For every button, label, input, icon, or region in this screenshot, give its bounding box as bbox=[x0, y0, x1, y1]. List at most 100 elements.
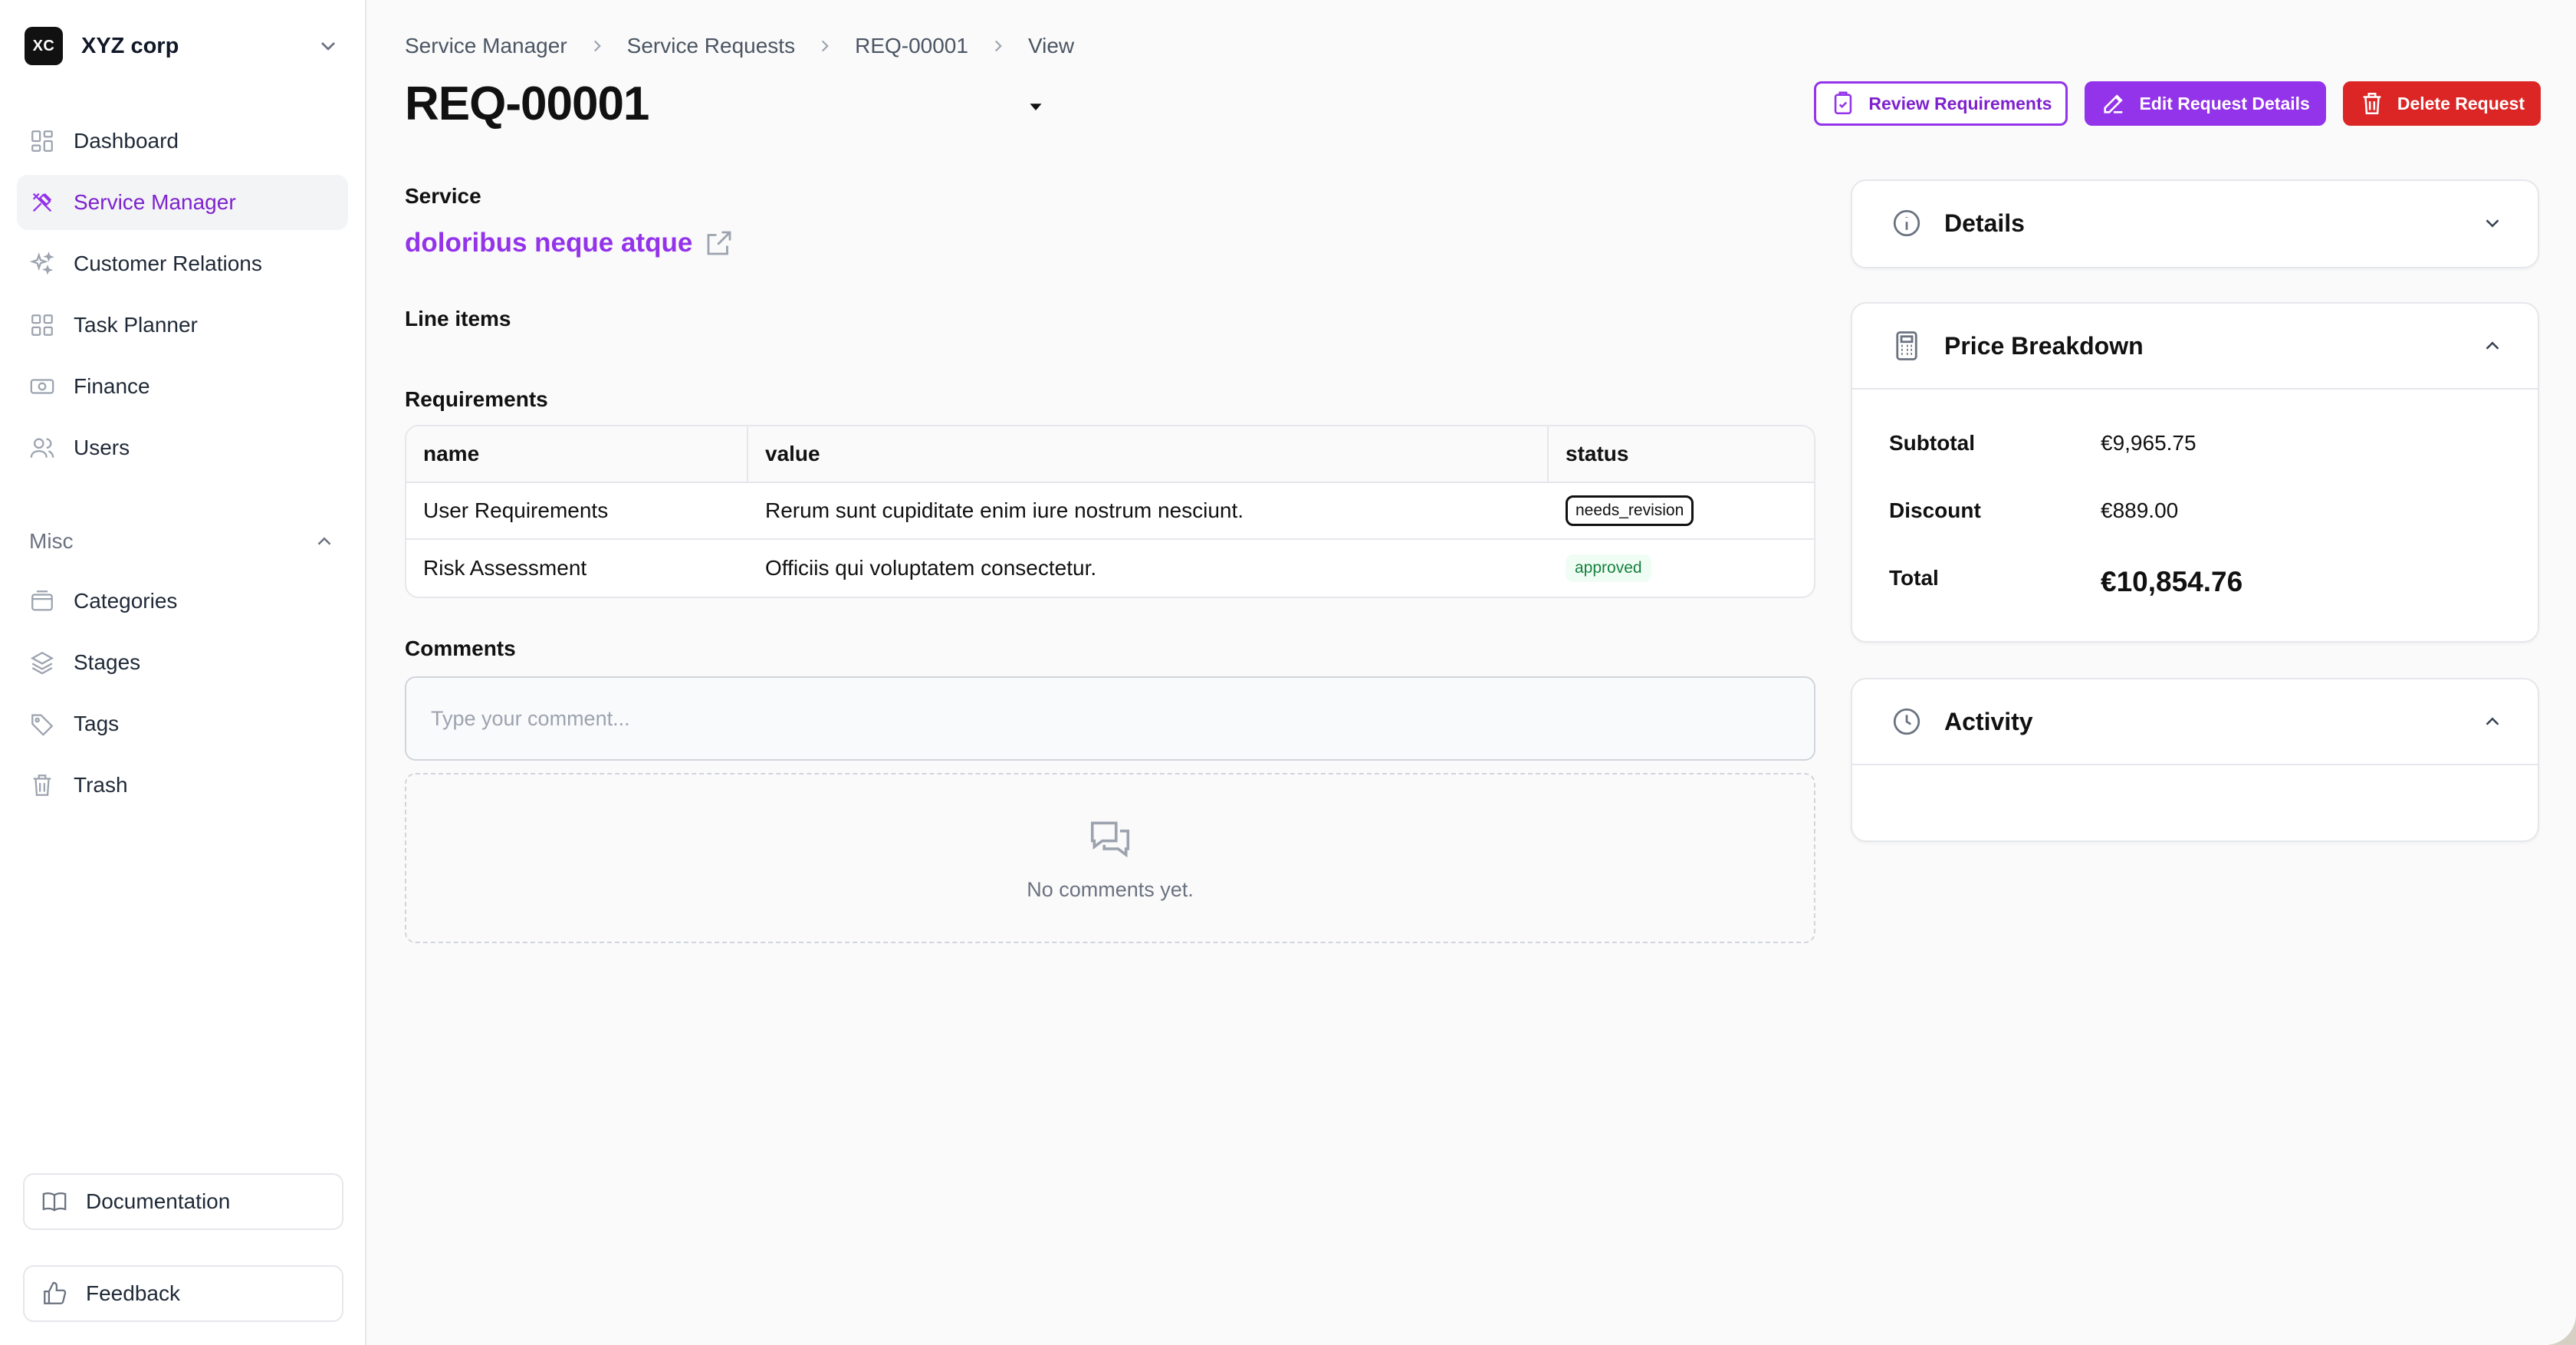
tag-icon bbox=[31, 714, 54, 736]
details-card: Details bbox=[1851, 179, 2539, 268]
nav-item-stages[interactable]: Stages bbox=[17, 635, 348, 690]
trash-icon bbox=[2363, 92, 2381, 115]
documentation-button[interactable]: Documentation bbox=[23, 1173, 343, 1230]
breadcrumb-item[interactable]: REQ-00001 bbox=[855, 34, 968, 58]
requirements-table: name value status User Requirements Reru… bbox=[405, 425, 1815, 598]
calculator-icon bbox=[1896, 331, 1917, 360]
chevron-right-icon bbox=[822, 40, 829, 52]
nav-item-label: Customer Relations bbox=[74, 252, 262, 275]
breadcrumb: Service Manager Service Requests REQ-000… bbox=[405, 34, 1074, 58]
chat-bubbles-icon bbox=[1090, 821, 1130, 857]
nav-item-label: Task Planner bbox=[74, 313, 198, 337]
status-badge: needs_revision bbox=[1566, 495, 1694, 526]
service-link[interactable]: doloribus neque atque bbox=[405, 227, 735, 259]
requirement-status: approved bbox=[1549, 540, 1814, 597]
price-breakdown-header[interactable]: Price Breakdown bbox=[1852, 304, 2538, 388]
nav-item-label: Stages bbox=[74, 650, 141, 674]
edit-request-button[interactable]: Edit Request Details bbox=[2085, 81, 2326, 126]
info-icon bbox=[1893, 209, 1921, 237]
nav-item-label: Trash bbox=[74, 773, 128, 797]
chevron-right-icon bbox=[593, 40, 601, 52]
column-header-status[interactable]: status bbox=[1549, 426, 1814, 482]
nav-item-label: Tags bbox=[74, 712, 120, 735]
requirement-name: User Requirements bbox=[423, 498, 609, 522]
breadcrumb-item[interactable]: Service Requests bbox=[627, 34, 795, 58]
requirements-label: Requirements bbox=[405, 387, 548, 411]
clipboard-check-icon bbox=[1835, 91, 1852, 115]
feedback-button[interactable]: Feedback bbox=[23, 1265, 343, 1322]
grid-icon bbox=[31, 314, 53, 336]
price-breakdown-card: Price Breakdown Subtotal €9,965.75 Disco… bbox=[1851, 302, 2539, 643]
table-row[interactable]: User Requirements Rerum sunt cupiditate … bbox=[406, 483, 1814, 540]
discount-row: Discount €889.00 bbox=[1889, 498, 2178, 523]
chevron-up-icon bbox=[2486, 341, 2499, 350]
edit-request-label: Edit Request Details bbox=[2139, 93, 2310, 113]
delete-request-button[interactable]: Delete Request bbox=[2342, 81, 2541, 126]
review-requirements-label: Review Requirements bbox=[1868, 93, 2052, 113]
org-switcher[interactable]: XC XYZ corp bbox=[17, 26, 348, 66]
service-label: Service bbox=[405, 184, 481, 208]
divider bbox=[1852, 388, 2538, 390]
service-name: doloribus neque atque bbox=[405, 228, 693, 258]
line-items-label: Line items bbox=[405, 307, 511, 330]
chevron-down-icon bbox=[321, 42, 335, 51]
subtotal-row: Subtotal €9,965.75 bbox=[1889, 431, 2196, 455]
comment-input[interactable]: Type your comment... bbox=[405, 676, 1815, 761]
requirement-name: Risk Assessment bbox=[423, 556, 587, 580]
nav-item-users[interactable]: Users bbox=[17, 420, 348, 475]
chevron-down-icon bbox=[2486, 219, 2499, 228]
nav-item-service-manager[interactable]: Service Manager bbox=[17, 175, 348, 230]
nav-item-customer-relations[interactable]: Customer Relations bbox=[17, 236, 348, 291]
misc-label: Misc bbox=[29, 529, 74, 553]
users-icon bbox=[30, 438, 54, 458]
discount-label: Discount bbox=[1889, 498, 1981, 522]
nav-item-label: Finance bbox=[74, 374, 150, 398]
column-header-name[interactable]: name bbox=[406, 426, 748, 482]
comments-empty-state: No comments yet. bbox=[405, 773, 1815, 943]
page-actions: Review Requirements Edit Request Details… bbox=[1814, 81, 2541, 126]
divider bbox=[1852, 764, 2538, 765]
breadcrumb-item: View bbox=[1027, 34, 1075, 58]
nav-item-label: Dashboard bbox=[74, 129, 179, 153]
subtotal-label: Subtotal bbox=[1889, 431, 1975, 455]
nav-item-dashboard[interactable]: Dashboard bbox=[17, 113, 348, 169]
nav-item-task-planner[interactable]: Task Planner bbox=[17, 298, 348, 353]
requirement-status: needs_revision bbox=[1549, 483, 1814, 538]
delete-request-label: Delete Request bbox=[2397, 93, 2525, 113]
table-row[interactable]: Risk Assessment Officiis qui voluptatem … bbox=[406, 540, 1814, 597]
book-icon bbox=[42, 1192, 67, 1212]
org-name: XYZ corp bbox=[81, 33, 179, 58]
nav-item-trash[interactable]: Trash bbox=[17, 758, 348, 813]
misc-section-toggle[interactable]: Misc bbox=[17, 523, 348, 560]
activity-header[interactable]: Activity bbox=[1852, 679, 2538, 764]
status-badge: approved bbox=[1566, 554, 1651, 582]
review-requirements-button[interactable]: Review Requirements bbox=[1814, 81, 2068, 126]
nav-item-finance[interactable]: Finance bbox=[17, 359, 348, 414]
column-header-value[interactable]: value bbox=[748, 426, 1549, 482]
sidebar: XC XYZ corp Dashboard Service Manager Cu… bbox=[0, 0, 366, 1345]
trash-icon bbox=[33, 774, 51, 796]
nav-item-label: Users bbox=[74, 436, 130, 459]
chevron-right-icon bbox=[994, 40, 1002, 52]
requirement-value: Rerum sunt cupiditate enim iure nostrum … bbox=[765, 498, 1244, 522]
thumbs-up-icon bbox=[44, 1281, 67, 1304]
edit-icon bbox=[2104, 94, 2124, 113]
nav-item-label: Service Manager bbox=[74, 190, 236, 214]
breadcrumb-item[interactable]: Service Manager bbox=[405, 34, 567, 58]
nav-item-label: Categories bbox=[74, 589, 178, 613]
dashboard-icon bbox=[31, 130, 53, 152]
details-title: Details bbox=[1944, 209, 2025, 237]
subtotal-value: €9,965.75 bbox=[2101, 431, 2196, 455]
nav-item-tags[interactable]: Tags bbox=[17, 696, 348, 751]
tools-icon bbox=[32, 192, 52, 212]
nav-item-categories[interactable]: Categories bbox=[17, 574, 348, 629]
total-value: €10,854.76 bbox=[2101, 566, 2243, 597]
comment-placeholder: Type your comment... bbox=[431, 706, 630, 730]
caret-down-icon[interactable] bbox=[1024, 95, 1047, 118]
misc-nav: Categories Stages Tags Trash bbox=[17, 574, 348, 813]
sparkles-icon bbox=[29, 252, 54, 275]
activity-card: Activity bbox=[1851, 678, 2539, 842]
app-window: XC XYZ corp Dashboard Service Manager Cu… bbox=[0, 0, 2576, 1345]
details-header[interactable]: Details bbox=[1852, 181, 2538, 265]
table-header-row: name value status bbox=[406, 426, 1814, 483]
